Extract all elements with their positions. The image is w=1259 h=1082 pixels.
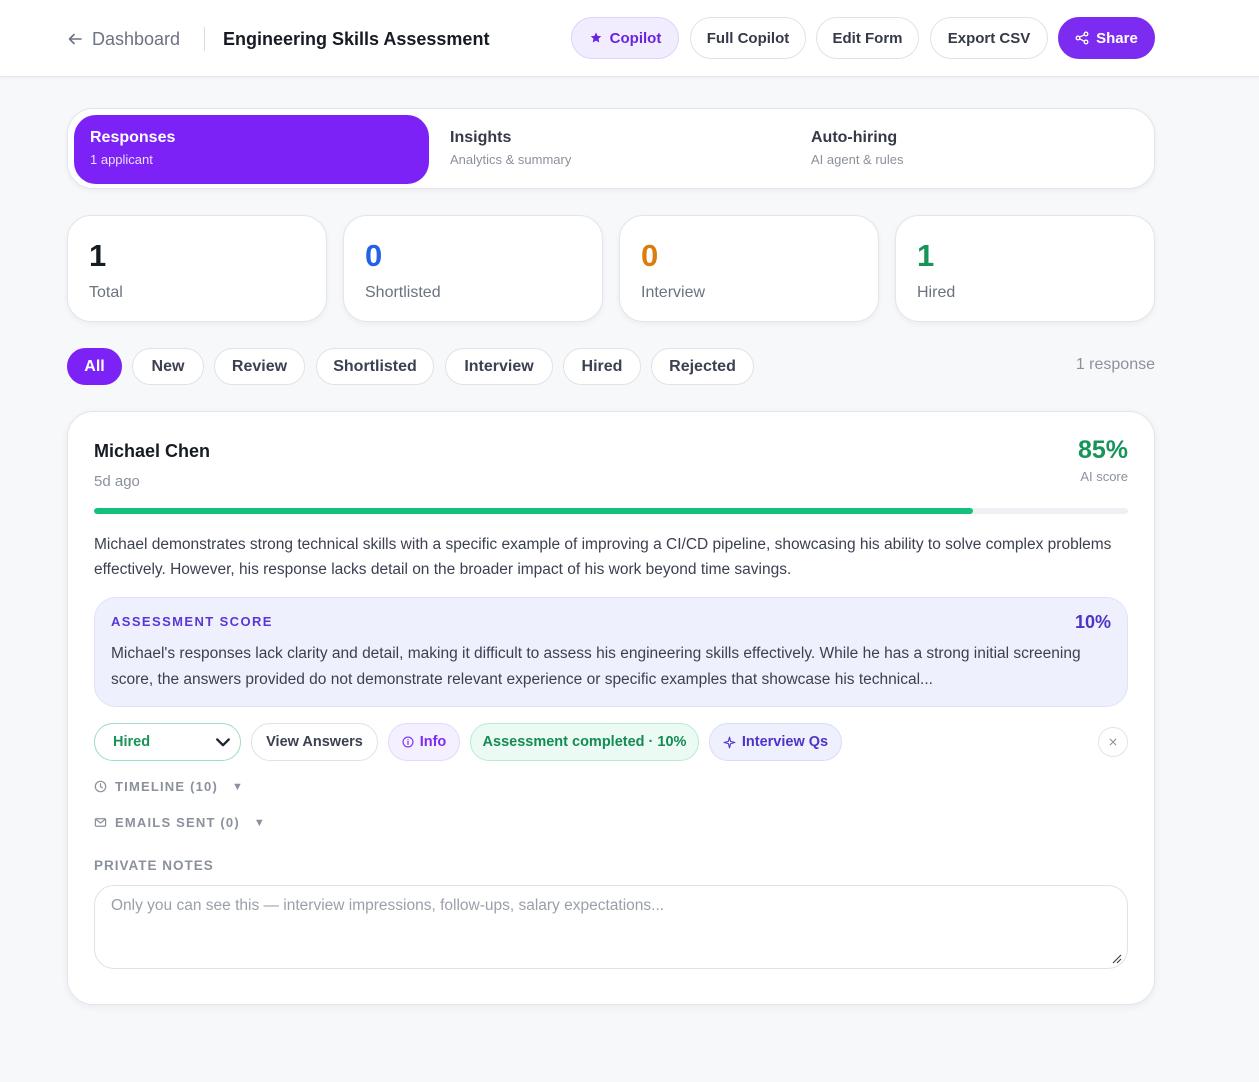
assessment-score: 10% [1074, 612, 1111, 632]
caret-down-icon: ▼ [232, 780, 245, 793]
info-label: Info [419, 734, 447, 750]
stat-label: Hired [917, 284, 956, 301]
back-label: Dashboard [92, 28, 181, 49]
candidate-time: 5d ago [94, 473, 140, 490]
filter-review[interactable]: Review [214, 348, 305, 385]
stat-value: 0 [365, 238, 383, 273]
timeline-toggle[interactable]: TIMELINE (10) ▼ [94, 779, 244, 794]
ai-score-bar-fill [94, 508, 973, 514]
copilot-label: Copilot [609, 29, 662, 47]
close-icon [1109, 738, 1117, 746]
assessment-heading: ASSESSMENT SCORE [111, 614, 273, 629]
copilot-button[interactable]: Copilot [571, 17, 679, 59]
header-divider [204, 27, 205, 51]
edit-form-button[interactable]: Edit Form [816, 17, 919, 59]
filter-shortlisted[interactable]: Shortlisted [316, 348, 434, 385]
share-icon [1075, 31, 1089, 45]
tab-label: Auto-hiring [811, 129, 898, 146]
assessment-completed-badge[interactable]: Assessment completed · 10% [470, 723, 699, 761]
top-bar: Dashboard Engineering Skills Assessment … [0, 0, 1259, 77]
interview-questions-button[interactable]: Interview Qs [709, 723, 842, 761]
filter-interview[interactable]: Interview [445, 348, 553, 385]
resize-handle-icon[interactable] [1110, 952, 1122, 964]
view-tabs: Responses 1 applicant Insights Analytics… [67, 108, 1155, 189]
candidate-name: Michael Chen [94, 441, 211, 461]
stat-shortlisted: 0 Shortlisted [343, 215, 603, 322]
sparkle-icon [723, 736, 736, 748]
timeline-label: TIMELINE (10) [115, 779, 218, 794]
ai-score-bar [94, 508, 1128, 514]
stat-interview: 0 Interview [619, 215, 879, 322]
stat-total: 1 Total [67, 215, 327, 322]
stat-value: 1 [89, 238, 107, 273]
filter-hired[interactable]: Hired [563, 348, 641, 385]
back-to-dashboard-link[interactable]: Dashboard [67, 27, 180, 51]
stat-hired: 1 Hired [895, 215, 1155, 322]
filter-all[interactable]: All [67, 348, 122, 385]
assessment-text: Michael's responses lack clarity and det… [111, 645, 1081, 688]
tab-responses[interactable]: Responses 1 applicant [74, 115, 429, 184]
star-icon [590, 32, 601, 43]
tab-insights[interactable]: Insights Analytics & summary [434, 115, 789, 184]
ai-score-label: AI score [1080, 469, 1128, 484]
filter-new[interactable]: New [132, 348, 204, 385]
ai-score-value: 85% [1077, 436, 1128, 464]
candidate-summary: Michael demonstrates strong technical sk… [94, 536, 1112, 578]
close-button[interactable] [1098, 727, 1128, 757]
emails-sent-toggle[interactable]: EMAILS SENT (0) ▼ [94, 815, 266, 830]
mail-icon [94, 818, 107, 827]
stat-label: Shortlisted [365, 284, 441, 301]
stat-value: 1 [917, 238, 935, 273]
full-copilot-button[interactable]: Full Copilot [690, 17, 806, 59]
candidate-card: Michael Chen 5d ago 85% AI score Michael… [67, 411, 1155, 1005]
page-title: Engineering Skills Assessment [223, 29, 490, 49]
interview-qs-label: Interview Qs [741, 734, 829, 750]
tab-sub: Analytics & summary [450, 152, 572, 167]
stat-label: Interview [641, 284, 706, 301]
stat-label: Total [89, 284, 123, 301]
share-button[interactable]: Share [1058, 17, 1155, 59]
arrow-left-icon [68, 33, 82, 45]
info-icon [402, 736, 414, 748]
stat-value: 0 [641, 238, 659, 273]
chevron-down-icon [216, 738, 230, 747]
caret-down-icon: ▼ [253, 816, 266, 829]
info-button[interactable]: Info [388, 723, 460, 761]
private-notes-label: PRIVATE NOTES [94, 858, 214, 873]
status-select[interactable]: Hired [94, 723, 241, 761]
clock-icon [94, 780, 107, 793]
private-notes-input[interactable] [94, 885, 1128, 969]
share-label: Share [1096, 29, 1138, 47]
view-answers-button[interactable]: View Answers [251, 723, 378, 761]
status-value: Hired [113, 734, 151, 750]
tab-sub: 1 applicant [90, 152, 153, 167]
tab-sub: AI agent & rules [811, 152, 904, 167]
tab-auto-hiring[interactable]: Auto-hiring AI agent & rules [795, 115, 1150, 184]
tab-label: Insights [450, 129, 512, 146]
assessment-panel: ASSESSMENT SCORE 10% Michael's responses… [94, 597, 1128, 707]
export-csv-button[interactable]: Export CSV [930, 17, 1048, 59]
emails-sent-label: EMAILS SENT (0) [115, 815, 240, 830]
response-count: 1 response [1075, 356, 1155, 373]
filter-rejected[interactable]: Rejected [651, 348, 754, 385]
tab-label: Responses [90, 129, 176, 146]
